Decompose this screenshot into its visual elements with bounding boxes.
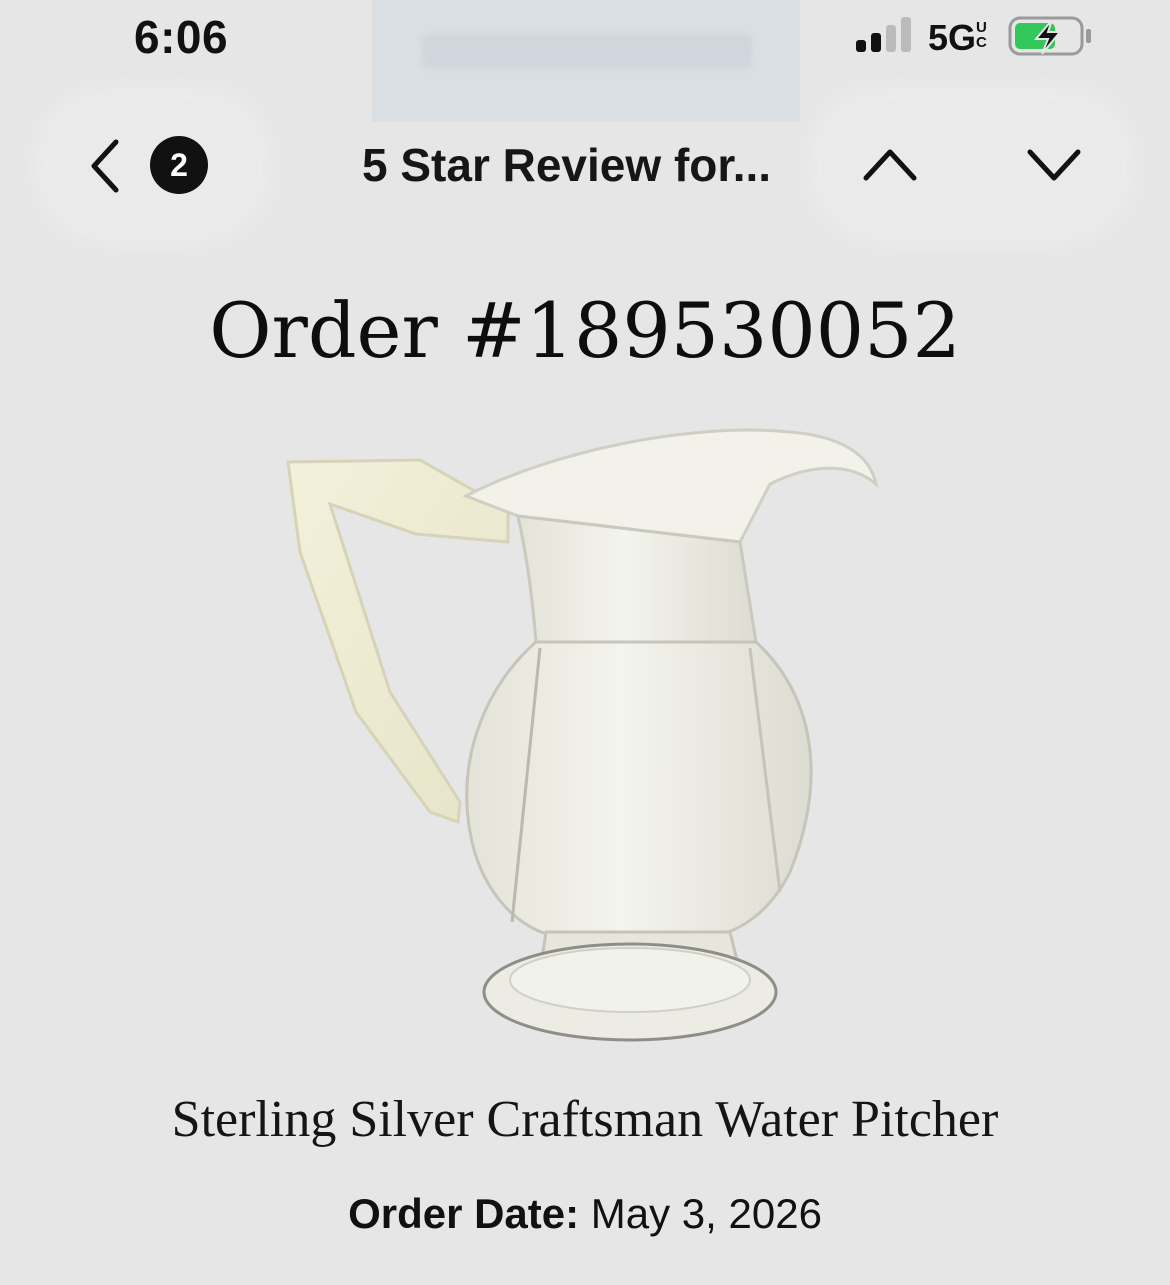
network-suffix: UC: [976, 19, 987, 51]
status-time: 6:06: [134, 11, 229, 63]
chevron-up-icon[interactable]: [860, 140, 920, 188]
network-type: 5GUC: [928, 17, 990, 59]
order-date-value: May 3, 2026: [579, 1190, 822, 1237]
product-image: [286, 428, 879, 1042]
order-number-heading: Order #189530052: [209, 286, 961, 375]
battery-charging-icon: [1008, 16, 1091, 56]
network-label: 5G: [928, 17, 977, 58]
chevron-down-icon[interactable]: [1024, 140, 1084, 188]
status-bar: 6:06 5GUC: [0, 0, 1170, 80]
message-subject-title: 5 Star Review for...: [362, 139, 772, 191]
product-name: Sterling Silver Craftsman Water Pitcher: [171, 1091, 999, 1148]
order-date-label: Order Date:: [348, 1190, 580, 1237]
order-date: Order Date: May 3, 2026: [0, 1190, 1170, 1238]
chevron-left-icon[interactable]: [86, 138, 126, 194]
cellular-signal-icon: [856, 17, 911, 52]
unread-count-badge[interactable]: 2: [150, 136, 208, 194]
